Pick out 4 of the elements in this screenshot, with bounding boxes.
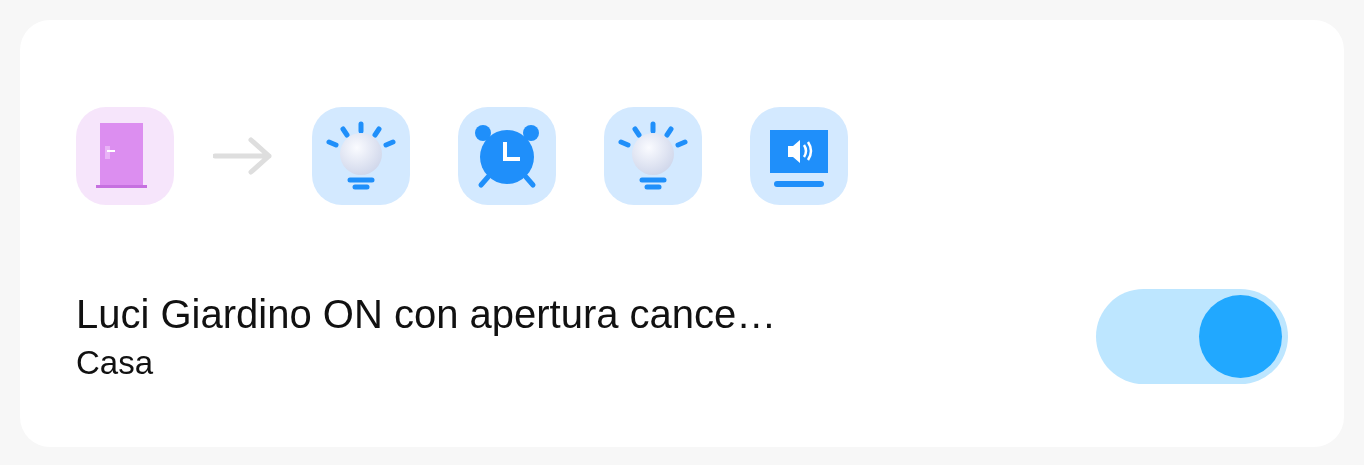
scene-card[interactable]: Luci Giardino ON con apertura cance… Casa: [20, 20, 1344, 447]
scene-location: Casa: [76, 342, 155, 383]
arrow-icon: [213, 136, 273, 176]
scene-title: Luci Giardino ON con apertura cance…: [76, 290, 777, 338]
